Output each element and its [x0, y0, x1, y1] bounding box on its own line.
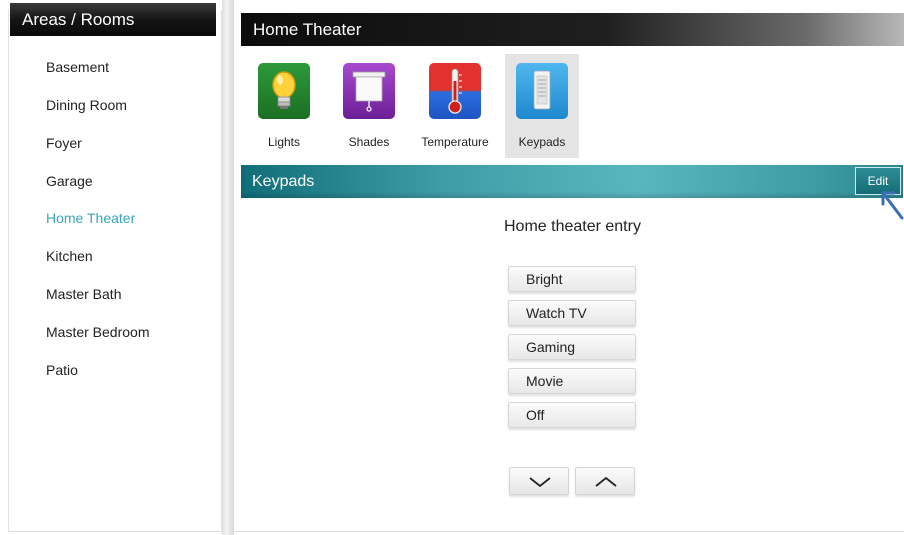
scroll-down-button[interactable] [509, 467, 569, 495]
keypad-button-movie[interactable]: Movie [508, 368, 636, 394]
category-keypads[interactable]: Keypads [505, 54, 579, 158]
rooms-panel-title: Areas / Rooms [10, 3, 216, 36]
shade-icon [343, 63, 395, 119]
room-title: Home Theater [241, 13, 904, 46]
keypad-button-bright[interactable]: Bright [508, 266, 636, 292]
room-item-kitchen[interactable]: Kitchen [46, 248, 93, 264]
chevron-down-icon [529, 477, 551, 488]
chevron-up-icon [595, 476, 617, 487]
keypad-button-gaming[interactable]: Gaming [508, 334, 636, 360]
section-title: Keypads [252, 173, 315, 190]
room-item-dining-room[interactable]: Dining Room [46, 97, 127, 113]
light-bulb-icon [258, 63, 310, 119]
room-detail-panel: Home Theater Lights Shades Temperature K… [234, 10, 904, 532]
keypad-name: Home theater entry [504, 218, 641, 235]
keypads-section-bar: Keypads Edit [241, 165, 903, 198]
room-item-master-bath[interactable]: Master Bath [46, 286, 121, 302]
category-lights[interactable]: Lights [247, 54, 321, 158]
category-label: Temperature [421, 135, 489, 149]
room-item-home-theater[interactable]: Home Theater [46, 210, 135, 226]
rooms-panel [8, 10, 222, 532]
category-shades[interactable]: Shades [332, 54, 406, 158]
room-item-garage[interactable]: Garage [46, 173, 93, 189]
panel-divider[interactable] [222, 0, 234, 535]
keypad-button-watch-tv[interactable]: Watch TV [508, 300, 636, 326]
thermometer-icon [429, 63, 481, 119]
scroll-up-button[interactable] [575, 467, 635, 495]
room-item-foyer[interactable]: Foyer [46, 135, 82, 151]
pointer-arrow-icon [881, 191, 904, 220]
category-label: Lights [267, 135, 301, 149]
room-item-basement[interactable]: Basement [46, 59, 109, 75]
keypad-icon [516, 63, 568, 119]
room-item-patio[interactable]: Patio [46, 362, 78, 378]
room-item-master-bedroom[interactable]: Master Bedroom [46, 324, 149, 340]
category-label: Keypads [518, 135, 566, 149]
keypad-button-off[interactable]: Off [508, 402, 636, 428]
category-temperature[interactable]: Temperature [418, 54, 492, 158]
category-label: Shades [348, 135, 390, 149]
